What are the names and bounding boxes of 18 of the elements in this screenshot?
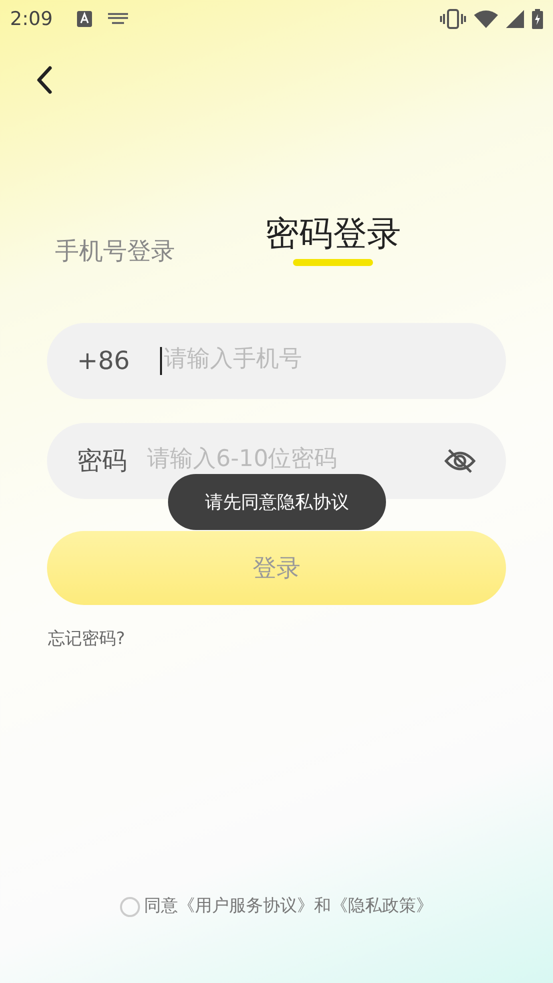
vibrate-icon [440,9,466,29]
agree-checkbox[interactable] [120,896,140,917]
message-toast: 请先同意隐私协议 [168,474,386,530]
hidden-eye-icon[interactable] [444,446,476,475]
status-time: 2:09 [10,6,53,32]
signal-icon [506,10,524,28]
terms-link[interactable]: 《用户服务协议》 [178,896,314,916]
country-code[interactable]: +86 [77,342,130,380]
keyboard-language-icon [76,11,92,27]
field-label: 密码 [77,445,127,478]
agreement-text: 同意《用户服务协议》和《隐私政策》 [144,895,433,918]
forgot-password-link[interactable]: 忘记密码? [48,626,126,652]
login-tab[interactable]: 密码登录 [265,214,401,276]
battery-icon [532,9,543,29]
keyboard-icon [108,13,128,25]
privacy-link[interactable]: 《隐私政策》 [331,896,433,916]
login-tab[interactable]: 手机号登录 [55,237,175,276]
wifi-icon [474,10,498,28]
